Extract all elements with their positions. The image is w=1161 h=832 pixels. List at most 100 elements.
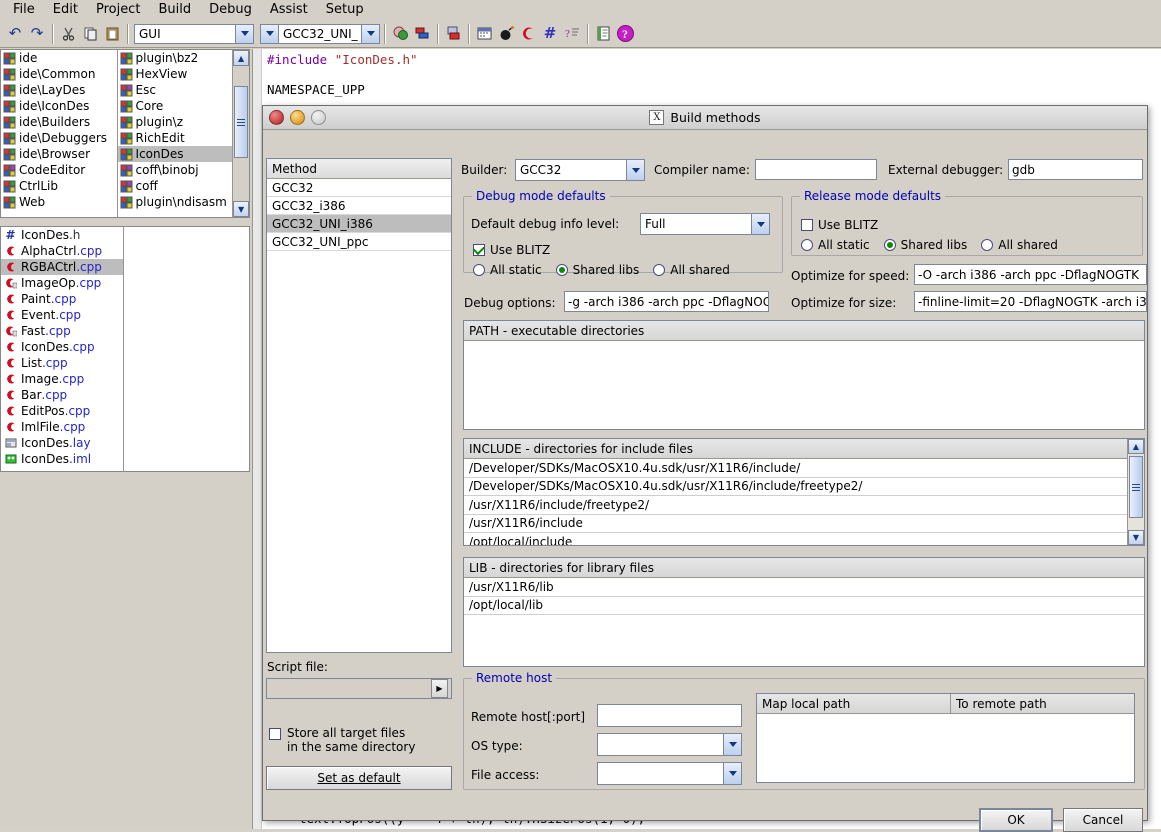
radio-circle[interactable] (981, 239, 993, 251)
build-method-combo[interactable]: GCC32_UNI_ (260, 24, 380, 44)
include-row[interactable]: /Developer/SDKs/MacOSX10.4u.sdk/usr/X11R… (464, 478, 1144, 497)
browse-icon[interactable]: ▶ (431, 679, 448, 698)
query-icon[interactable]: ? (561, 23, 583, 45)
path-mapping-table[interactable]: Map local path To remote path (756, 693, 1135, 783)
builder-combo[interactable]: GCC32 (515, 159, 645, 181)
package-exec-icon[interactable] (442, 23, 464, 45)
file-item[interactable]: Event.cpp (1, 307, 123, 323)
debug-radio-shared-libs[interactable]: Shared libs (556, 263, 640, 277)
chevron-down-icon[interactable] (626, 160, 644, 180)
file-item[interactable]: IconDes.cpp (1, 339, 123, 355)
file-item[interactable]: ImageOp.cpp (1, 275, 123, 291)
file-item[interactable]: Fast.cpp (1, 323, 123, 339)
help-icon[interactable]: ? (614, 23, 636, 45)
file-access-combo[interactable] (597, 762, 742, 785)
dialog-title-bar[interactable]: X Build methods (263, 106, 1147, 130)
undo-icon[interactable]: ↶ (4, 23, 26, 45)
file-item[interactable]: AlphaCtrl.cpp (1, 243, 123, 259)
include-row[interactable]: /usr/X11R6/include/freetype2/ (464, 496, 1144, 515)
script-file-input[interactable]: ▶ (266, 678, 452, 699)
debug-radio-all-static[interactable]: All static (473, 263, 542, 277)
package-item[interactable]: Web (1, 194, 117, 210)
include-row[interactable]: /opt/local/include (464, 533, 1144, 545)
file-item[interactable]: IconDes.lay (1, 435, 123, 451)
package-item-selected[interactable]: IconDes (118, 146, 233, 162)
file-item[interactable]: Image.cpp (1, 371, 123, 387)
debug-use-blitz-checkbox[interactable]: Use BLITZ (473, 243, 550, 257)
scroll-down-icon[interactable]: ▼ (233, 201, 249, 217)
lib-row[interactable]: /usr/X11R6/lib (464, 578, 1144, 597)
file-pane[interactable]: #IconDes.h AlphaCtrl.cpp RGBACtrl.cpp Im… (0, 226, 250, 472)
lib-list[interactable]: LIB - directories for library files /usr… (463, 557, 1145, 667)
package-item[interactable]: RichEdit (118, 130, 233, 146)
external-debugger-input[interactable]: gdb (1008, 159, 1143, 180)
debug-bomb-icon[interactable] (495, 23, 517, 45)
chevron-down-icon[interactable] (235, 25, 253, 43)
package-item[interactable]: ide\Builders (1, 114, 117, 130)
chevron-down-icon-left[interactable] (261, 25, 279, 43)
radio-circle[interactable] (801, 239, 813, 251)
package-item[interactable]: ide\Debuggers (1, 130, 117, 146)
menu-item-edit[interactable]: Edit (44, 1, 87, 19)
hash-icon[interactable]: # (539, 23, 561, 45)
debug-radio-all-shared[interactable]: All shared (653, 263, 730, 277)
cancel-button[interactable]: Cancel (1063, 808, 1143, 832)
radio-circle[interactable] (473, 264, 485, 276)
scroll-up-icon[interactable]: ▲ (1128, 439, 1144, 454)
radio-circle[interactable] (556, 264, 568, 276)
package-item[interactable]: ide\IconDes (1, 98, 117, 114)
package-item[interactable]: CodeEditor (1, 162, 117, 178)
chevron-down-icon[interactable] (723, 763, 741, 784)
package-item[interactable]: CtrlLib (1, 178, 117, 194)
notes-icon[interactable] (592, 23, 614, 45)
checkbox-box[interactable] (269, 728, 281, 740)
file-item[interactable]: List.cpp (1, 355, 123, 371)
package-item[interactable]: plugin\z (118, 114, 233, 130)
package-item[interactable]: coff\binobj (118, 162, 233, 178)
release-radio-shared-libs[interactable]: Shared libs (884, 238, 968, 252)
chevron-down-icon-right[interactable] (361, 25, 379, 43)
stop-debug-icon[interactable] (517, 23, 539, 45)
package-item[interactable]: plugin\ndisasm (118, 194, 233, 210)
menu-item-build[interactable]: Build (149, 1, 200, 19)
optimize-for-size-input[interactable]: -finline-limit=20 -DflagNOGTK -arch i386 (914, 291, 1147, 312)
menu-item-file[interactable]: File (4, 1, 44, 19)
package-item[interactable]: HexView (118, 66, 233, 82)
ok-button[interactable]: OK (979, 808, 1053, 832)
include-list[interactable]: INCLUDE - directories for include files … (463, 438, 1145, 546)
scroll-thumb[interactable] (234, 86, 248, 158)
package-pane[interactable]: ide ide\Common ide\LayDes ide\IconDes id… (0, 49, 250, 218)
method-list[interactable]: Method GCC32 GCC32_i386 GCC32_UNI_i386 G… (266, 158, 452, 653)
file-item[interactable]: Paint.cpp (1, 291, 123, 307)
package-rebuild-icon[interactable] (411, 23, 433, 45)
assembly-combo[interactable]: GUI (134, 24, 254, 44)
file-item[interactable]: Bar.cpp (1, 387, 123, 403)
radio-circle[interactable] (653, 264, 665, 276)
method-row[interactable]: GCC32 (267, 179, 451, 197)
release-radio-all-static[interactable]: All static (801, 238, 870, 252)
menu-item-debug[interactable]: Debug (200, 1, 261, 19)
calendar-icon[interactable] (473, 23, 495, 45)
package-item[interactable]: coff (118, 178, 233, 194)
copy-icon[interactable] (79, 23, 101, 45)
chevron-down-icon[interactable] (751, 214, 769, 234)
file-item[interactable]: #IconDes.h (1, 227, 123, 243)
package-item[interactable]: Esc (118, 82, 233, 98)
package-item[interactable]: Core (118, 98, 233, 114)
package-item[interactable]: ide\LayDes (1, 82, 117, 98)
set-as-default-button[interactable]: Set as default (266, 766, 452, 790)
redo-icon[interactable]: ↷ (26, 23, 48, 45)
include-row[interactable]: /Developer/SDKs/MacOSX10.4u.sdk/usr/X11R… (464, 459, 1144, 478)
package-item[interactable]: ide\Browser (1, 146, 117, 162)
scroll-down-icon[interactable]: ▼ (1128, 530, 1144, 545)
menu-item-setup[interactable]: Setup (317, 1, 373, 19)
include-scrollbar[interactable]: ▲ ▼ (1127, 439, 1144, 545)
file-item[interactable]: ImlFile.cpp (1, 419, 123, 435)
scroll-thumb[interactable] (1129, 456, 1143, 518)
package-item[interactable]: ide\Common (1, 66, 117, 82)
package-item[interactable]: ide (1, 50, 117, 66)
menu-item-assist[interactable]: Assist (261, 1, 317, 19)
paste-icon[interactable] (101, 23, 123, 45)
package-build-icon[interactable] (389, 23, 411, 45)
lib-row[interactable]: /opt/local/lib (464, 597, 1144, 616)
